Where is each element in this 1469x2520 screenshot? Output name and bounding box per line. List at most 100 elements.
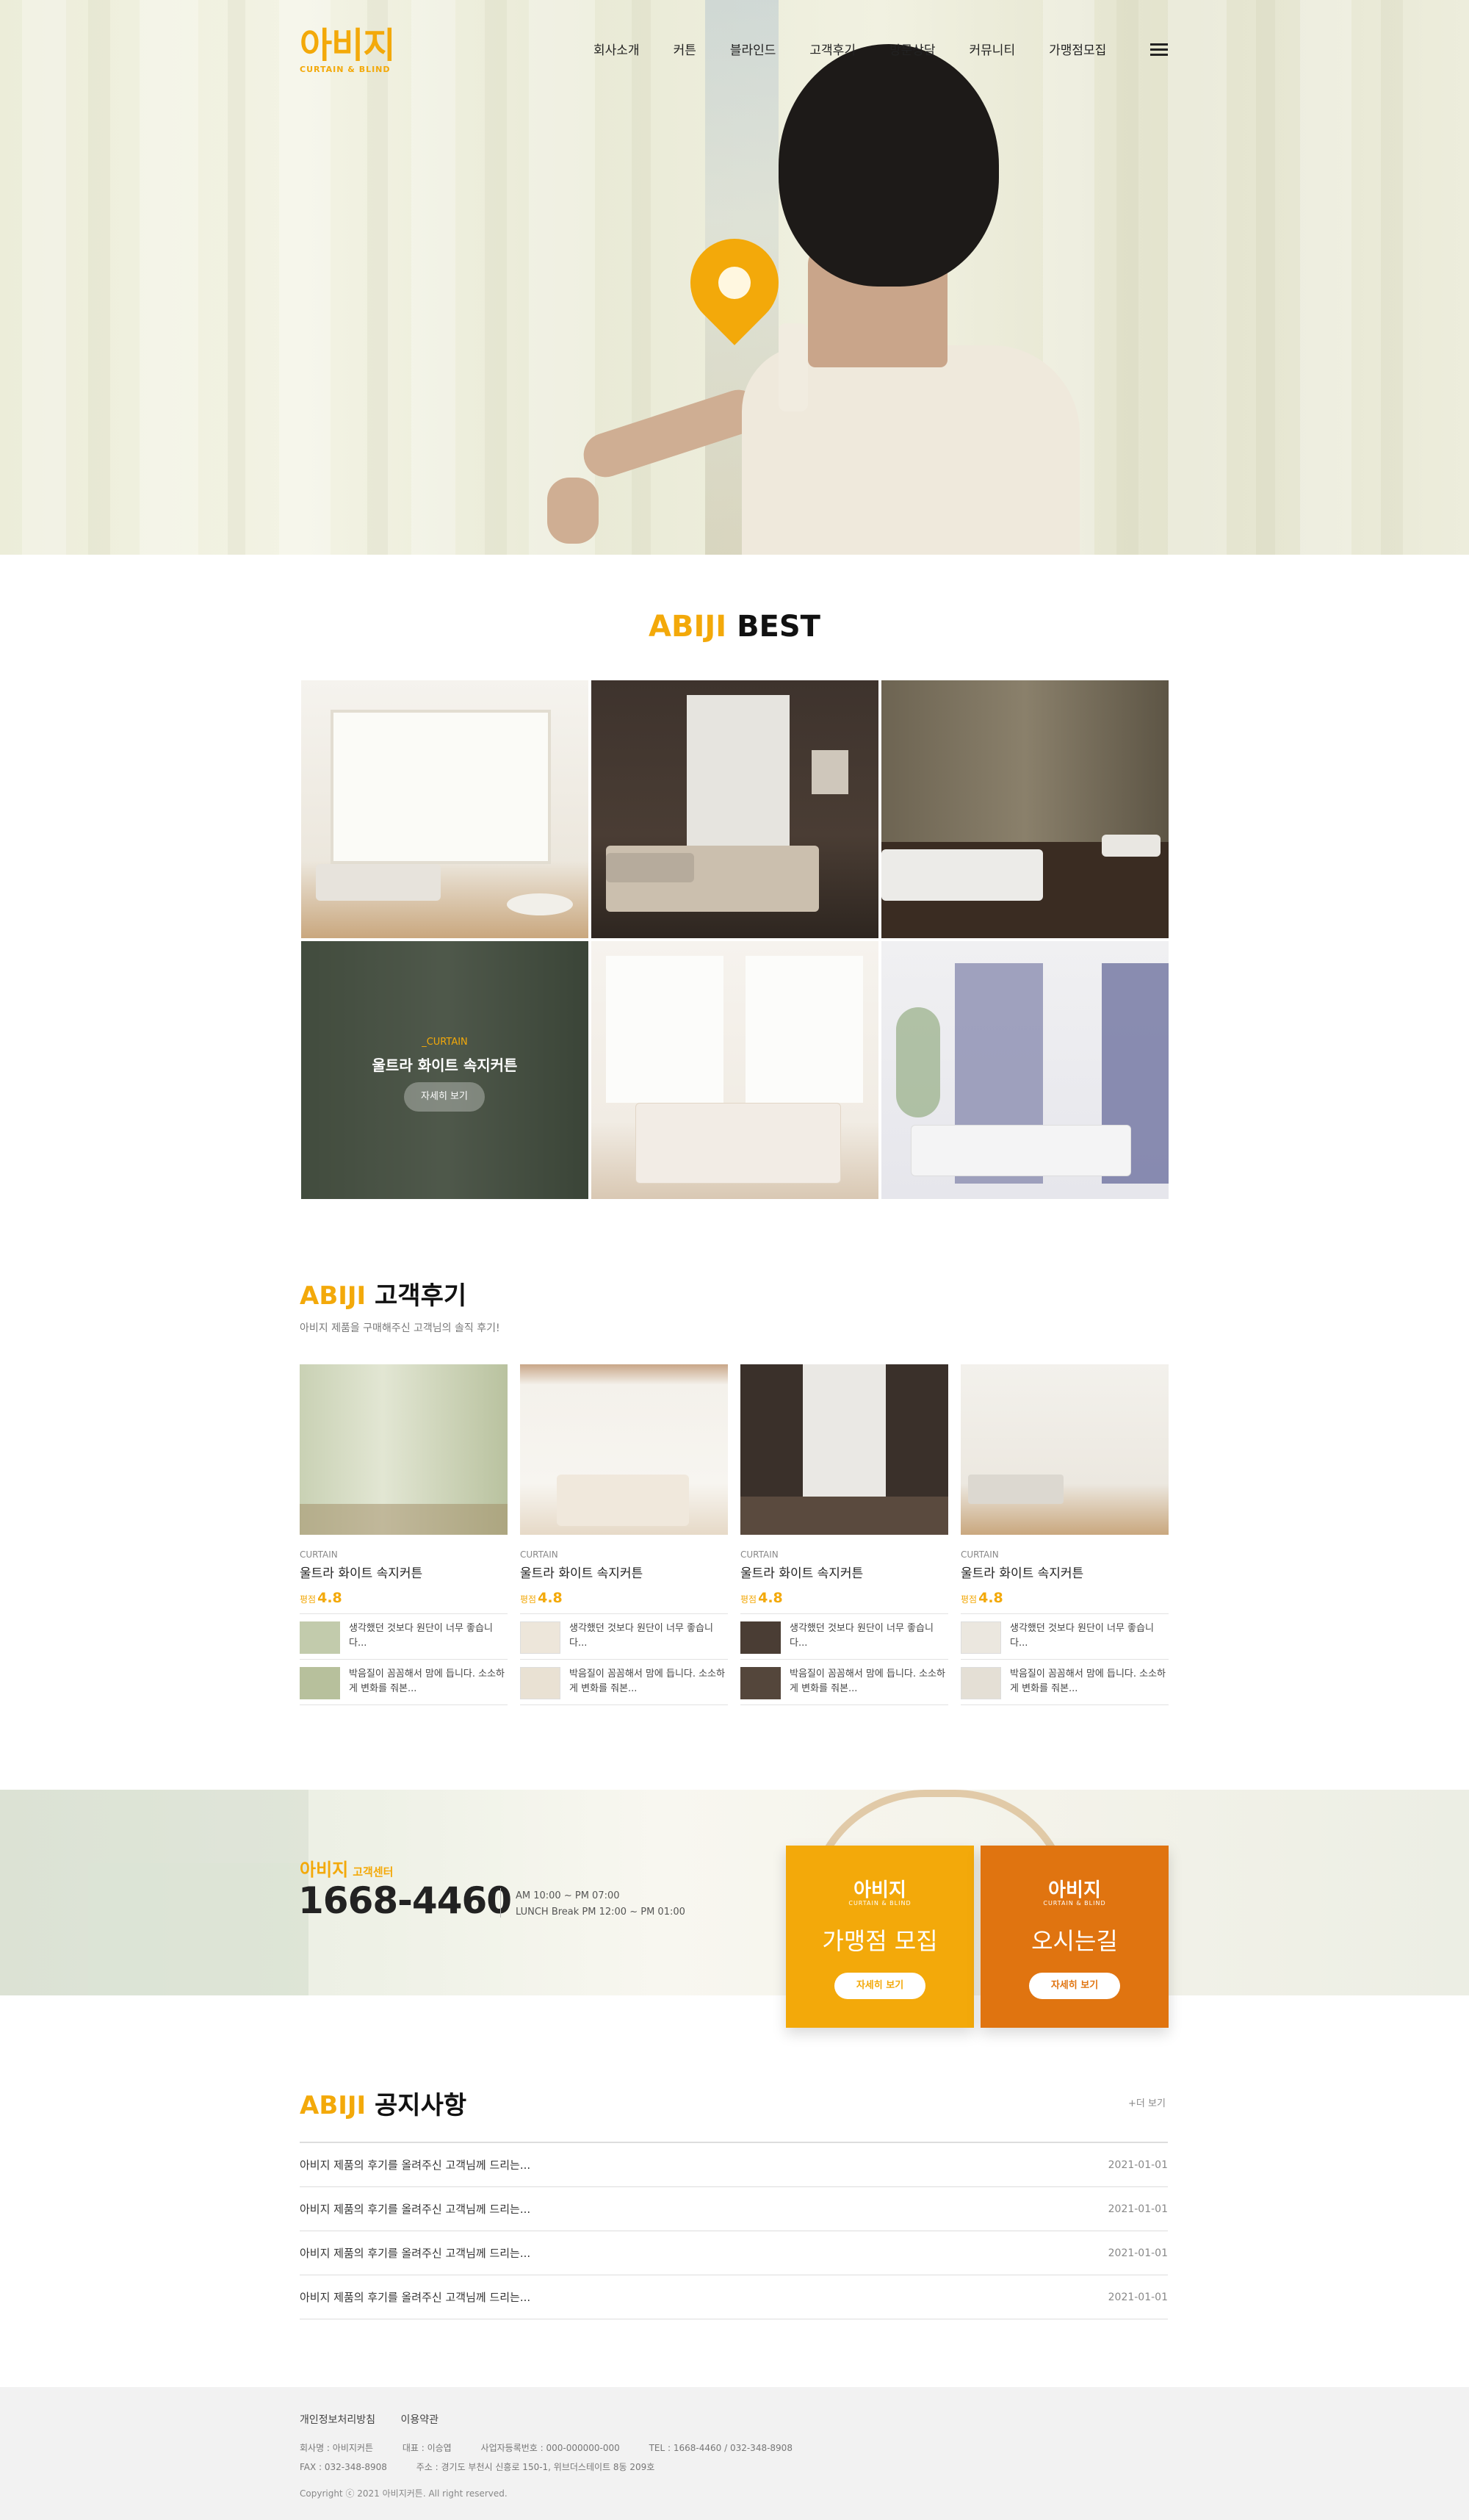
review-comment-text: 생각했던 것보다 원단이 너무 좋습니다... xyxy=(349,1623,493,1649)
best-product-tile[interactable] xyxy=(591,941,878,1199)
notice-section-header: ABIJI 공지사항 xyxy=(300,2085,466,2121)
notice-title[interactable]: 아비지 제품의 후기를 올려주신 고객님께 드리는... xyxy=(300,2245,530,2261)
review-comment[interactable]: 박음질이 꼼꼼해서 맘에 듭니다. 소소하게 변화를 줘본... xyxy=(300,1660,508,1705)
review-comment[interactable]: 박음질이 꼼꼼해서 맘에 듭니다. 소소하게 변화를 줘본... xyxy=(520,1660,728,1705)
notice-row[interactable]: 아비지 제품의 후기를 올려주신 고객님께 드리는... 2021-01-01 xyxy=(300,2187,1168,2231)
brand-logo[interactable]: 아비지 CURTAIN & BLIND xyxy=(300,25,395,74)
review-rating: 평점 4.8 xyxy=(300,1590,508,1606)
business-number: 사업자등록번호 : 000-000000-000 xyxy=(480,2443,620,2453)
promo-title: 오시는길 xyxy=(1031,1927,1118,1955)
review-comment-text: 박음질이 꼼꼼해서 맘에 듭니다. 소소하게 변화를 줘본... xyxy=(1010,1668,1166,1694)
brand-logo-text: 아비지 xyxy=(300,25,395,66)
review-comment-text: 박음질이 꼼꼼해서 맘에 듭니다. 소소하게 변화를 줘본... xyxy=(569,1668,726,1694)
review-category: CURTAIN xyxy=(300,1549,338,1560)
nav-item-blind[interactable]: 블라인드 xyxy=(730,40,776,58)
nav-item-reviews[interactable]: 고객후기 xyxy=(809,40,856,58)
best-title-rest: BEST xyxy=(737,610,820,644)
best-product-tile[interactable] xyxy=(881,941,1169,1199)
review-product-name[interactable]: 울트라 화이트 속지커튼 xyxy=(740,1563,948,1581)
review-comment[interactable]: 박음질이 꼼꼼해서 맘에 듭니다. 소소하게 변화를 줘본... xyxy=(961,1660,1169,1705)
company-tel: TEL : 1668-4460 / 032-348-8908 xyxy=(649,2443,793,2453)
review-comment-text: 생각했던 것보다 원단이 너무 좋습니다... xyxy=(1010,1623,1154,1649)
rating-value: 4.8 xyxy=(758,1590,783,1606)
best-product-tile[interactable] xyxy=(591,680,878,938)
company-fax: FAX : 032-348-8908 xyxy=(300,2462,387,2472)
site-header: 아비지 CURTAIN & BLIND 회사소개 커튼 블라인드 고객후기 방문… xyxy=(0,0,1469,103)
notice-title-rest: 공지사항 xyxy=(375,2091,467,2120)
nav-item-company[interactable]: 회사소개 xyxy=(593,40,640,58)
review-image[interactable] xyxy=(740,1364,948,1535)
review-product-name[interactable]: 울트라 화이트 속지커튼 xyxy=(300,1563,508,1581)
hamburger-menu-icon[interactable] xyxy=(1150,43,1168,57)
featured-detail-button[interactable]: 자세히 보기 xyxy=(404,1082,485,1112)
review-comment-text: 박음질이 꼼꼼해서 맘에 듭니다. 소소하게 변화를 줘본... xyxy=(790,1668,946,1694)
company-ceo: 대표 : 이승엽 xyxy=(402,2443,452,2453)
notice-title[interactable]: 아비지 제품의 후기를 올려주신 고객님께 드리는... xyxy=(300,2157,530,2172)
review-card[interactable]: CURTAIN 울트라 화이트 속지커튼 평점 4.8 생각했던 것보다 원단이 … xyxy=(961,1364,1169,1705)
reviews-title-rest: 고객후기 xyxy=(375,1281,467,1311)
notice-row[interactable]: 아비지 제품의 후기를 올려주신 고객님께 드리는... 2021-01-01 xyxy=(300,2231,1168,2275)
rating-label: 평점 xyxy=(740,1594,757,1605)
franchise-detail-button[interactable]: 자세히 보기 xyxy=(834,1973,925,1999)
review-product-name[interactable]: 울트라 화이트 속지커튼 xyxy=(520,1563,728,1581)
notice-title-accent: ABIJI xyxy=(300,2091,367,2120)
notice-title[interactable]: 아비지 제품의 후기를 올려주신 고객님께 드리는... xyxy=(300,2201,530,2217)
notice-more-link[interactable]: +더 보기 xyxy=(1128,2095,1166,2109)
customer-center-phone[interactable]: 1668-4460 xyxy=(298,1879,512,1922)
franchise-promo-card[interactable]: 아비지 CURTAIN & BLIND 가맹점 모집 자세히 보기 xyxy=(786,1846,974,2028)
review-comment-text: 박음질이 꼼꼼해서 맘에 듭니다. 소소하게 변화를 줘본... xyxy=(349,1668,505,1694)
promo-logo: 아비지 xyxy=(1048,1879,1101,1901)
best-product-tile-featured[interactable]: _CURTAIN 울트라 화이트 속지커튼 자세히 보기 xyxy=(301,941,588,1199)
notice-list: 아비지 제품의 후기를 올려주신 고객님께 드리는... 2021-01-01 아… xyxy=(300,2142,1168,2319)
notice-date: 2021-01-01 xyxy=(1108,2291,1168,2303)
notice-date: 2021-01-01 xyxy=(1108,2247,1168,2259)
review-category: CURTAIN xyxy=(961,1549,999,1560)
notice-date: 2021-01-01 xyxy=(1108,2203,1168,2215)
review-rating: 평점 4.8 xyxy=(740,1590,948,1606)
business-hours: AM 10:00 ~ PM 07:00 LUNCH Break PM 12:00… xyxy=(516,1888,685,1920)
promo-logo-sub: CURTAIN & BLIND xyxy=(1043,1900,1106,1907)
company-name: 회사명 : 아비지커튼 xyxy=(300,2443,373,2453)
review-rating: 평점 4.8 xyxy=(961,1590,1169,1606)
nav-item-consult[interactable]: 방문상담 xyxy=(889,40,936,58)
promo-logo-sub: CURTAIN & BLIND xyxy=(848,1900,912,1907)
review-rating: 평점 4.8 xyxy=(520,1590,728,1606)
rating-value: 4.8 xyxy=(317,1590,342,1606)
review-image[interactable] xyxy=(520,1364,728,1535)
review-card[interactable]: CURTAIN 울트라 화이트 속지커튼 평점 4.8 생각했던 것보다 원단이 … xyxy=(520,1364,728,1705)
directions-detail-button[interactable]: 자세히 보기 xyxy=(1029,1973,1120,1999)
review-category: CURTAIN xyxy=(520,1549,558,1560)
best-product-tile[interactable] xyxy=(881,680,1169,938)
review-card[interactable]: CURTAIN 울트라 화이트 속지커튼 평점 4.8 생각했던 것보다 원단이 … xyxy=(740,1364,948,1705)
nav-item-curtain[interactable]: 커튼 xyxy=(674,40,696,58)
notice-date: 2021-01-01 xyxy=(1108,2159,1168,2171)
privacy-policy-link[interactable]: 개인정보처리방침 xyxy=(300,2414,375,2426)
review-product-name[interactable]: 울트라 화이트 속지커튼 xyxy=(961,1563,1169,1581)
review-image[interactable] xyxy=(961,1364,1169,1535)
notice-row[interactable]: 아비지 제품의 후기를 올려주신 고객님께 드리는... 2021-01-01 xyxy=(300,2143,1168,2187)
review-comment[interactable]: 생각했던 것보다 원단이 너무 좋습니다... xyxy=(740,1614,948,1660)
best-title-accent: ABIJI xyxy=(649,610,727,644)
review-comment[interactable]: 생각했던 것보다 원단이 너무 좋습니다... xyxy=(961,1614,1169,1660)
review-comment[interactable]: 생각했던 것보다 원단이 너무 좋습니다... xyxy=(300,1614,508,1660)
review-comment-text: 생각했던 것보다 원단이 너무 좋습니다... xyxy=(790,1623,934,1649)
terms-link[interactable]: 이용약관 xyxy=(401,2414,439,2426)
review-image[interactable] xyxy=(300,1364,508,1535)
featured-product-name: 울트라 화이트 속지커튼 xyxy=(372,1056,518,1074)
review-comment-text: 생각했던 것보다 원단이 너무 좋습니다... xyxy=(569,1623,713,1649)
reviews-section-header: ABIJI 고객후기 아비지 제품을 구매해주신 고객님의 솔직 후기! xyxy=(300,1275,500,1335)
company-info: 회사명 : 아비지커튼 대표 : 이승엽 사업자등록번호 : 000-00000… xyxy=(300,2438,819,2477)
notice-title[interactable]: 아비지 제품의 후기를 올려주신 고객님께 드리는... xyxy=(300,2289,530,2305)
review-comment[interactable]: 생각했던 것보다 원단이 너무 좋습니다... xyxy=(520,1614,728,1660)
rating-label: 평점 xyxy=(300,1594,317,1605)
nav-item-community[interactable]: 커뮤니티 xyxy=(970,40,1016,58)
copyright: Copyright ⓒ 2021 아비지커튼. All right reserv… xyxy=(300,2488,508,2499)
notice-row[interactable]: 아비지 제품의 후기를 올려주신 고객님께 드리는... 2021-01-01 xyxy=(300,2275,1168,2319)
review-card[interactable]: CURTAIN 울트라 화이트 속지커튼 평점 4.8 생각했던 것보다 원단이 … xyxy=(300,1364,508,1705)
review-comment[interactable]: 박음질이 꼼꼼해서 맘에 듭니다. 소소하게 변화를 줘본... xyxy=(740,1660,948,1705)
rating-value: 4.8 xyxy=(978,1590,1003,1606)
nav-item-franchise[interactable]: 가맹점모집 xyxy=(1049,40,1106,58)
featured-category: _CURTAIN xyxy=(422,1037,468,1048)
directions-promo-card[interactable]: 아비지 CURTAIN & BLIND 오시는길 자세히 보기 xyxy=(981,1846,1169,2028)
best-product-tile[interactable] xyxy=(301,680,588,938)
